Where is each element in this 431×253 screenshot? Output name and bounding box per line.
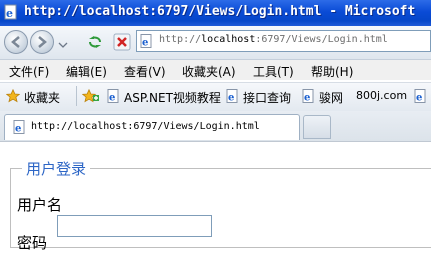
url-prefix: http://: [159, 34, 202, 45]
address-url[interactable]: http://localhost:6797/Views/Login.html: [159, 34, 388, 45]
new-tab-button[interactable]: [303, 115, 331, 139]
forward-button[interactable]: [30, 30, 54, 54]
ie-page-icon: e: [3, 4, 19, 20]
menu-tools[interactable]: 工具(T): [253, 63, 294, 80]
add-favorites-icon[interactable]: [81, 88, 100, 103]
svg-text:e: e: [416, 93, 422, 104]
forward-arrow-icon: [38, 36, 47, 48]
back-arrow-icon: [11, 36, 20, 48]
favorite-link-api-query[interactable]: 接口查询: [243, 89, 291, 106]
refresh-icon: [89, 36, 101, 48]
ie-page-icon: e: [13, 120, 27, 135]
ie-page-icon: e: [226, 89, 240, 104]
stop-button[interactable]: [112, 32, 132, 52]
menu-help[interactable]: 帮助(H): [311, 63, 353, 80]
login-legend: 用户登录: [22, 158, 91, 179]
svg-text:e: e: [304, 93, 310, 104]
favorite-link-800j[interactable]: 800j.com: [356, 89, 407, 102]
favorites-separator: [76, 86, 77, 106]
back-button[interactable]: [4, 30, 28, 54]
chevron-down-icon: [58, 42, 68, 48]
menu-view[interactable]: 查看(V): [124, 63, 166, 80]
window-title: http://localhost:6797/Views/Login.html -…: [24, 4, 416, 19]
username-input[interactable]: [57, 215, 212, 237]
favorite-link-aspnet[interactable]: ASP.NET视频教程: [124, 89, 221, 106]
history-dropdown-button[interactable]: [58, 38, 68, 48]
favorites-button[interactable]: 收藏夹: [24, 89, 60, 106]
ie-page-icon: e: [302, 89, 316, 104]
svg-text:e: e: [15, 124, 21, 135]
url-host: localhost: [201, 34, 256, 45]
svg-text:e: e: [228, 93, 234, 104]
password-label: 密码: [17, 234, 48, 252]
ie-page-icon: e: [140, 34, 154, 49]
stop-icon: [113, 33, 131, 51]
tab-label: http://localhost:6797/Views/Login.html: [31, 121, 260, 132]
tab-login-page[interactable]: e http://localhost:6797/Views/Login.html: [4, 114, 300, 140]
menu-favorites[interactable]: 收藏夹(A): [182, 63, 236, 80]
star-icon: [5, 88, 21, 103]
address-bar[interactable]: e http://localhost:6797/Views/Login.html: [136, 30, 431, 52]
svg-text:e: e: [6, 7, 13, 20]
favorite-link-junnet[interactable]: 骏网: [319, 89, 343, 106]
svg-text:e: e: [142, 38, 148, 49]
svg-text:e: e: [109, 93, 115, 104]
url-path: :6797/Views/Login.html: [255, 34, 388, 45]
menu-file[interactable]: 文件(F): [9, 63, 49, 80]
menu-edit[interactable]: 编辑(E): [66, 63, 107, 80]
refresh-button[interactable]: [85, 32, 105, 52]
ie-page-icon: e: [107, 89, 121, 104]
ie-page-icon: e: [414, 89, 428, 104]
username-label: 用户名: [17, 196, 63, 214]
